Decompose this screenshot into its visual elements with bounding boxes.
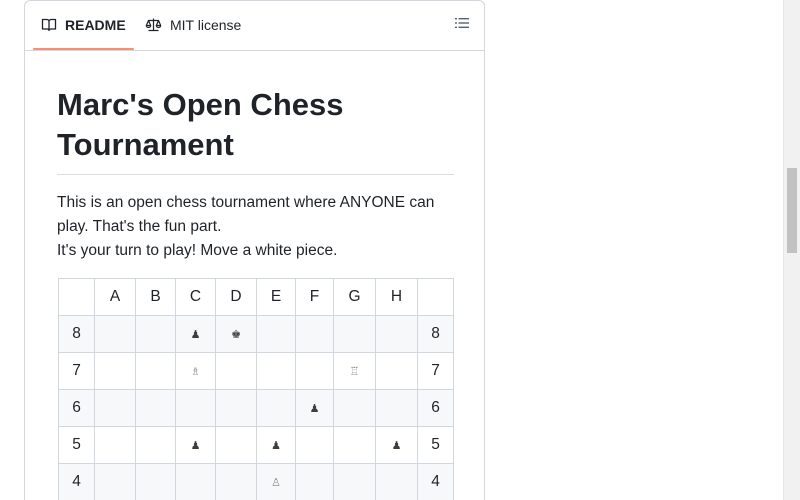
board-square[interactable] [333, 426, 376, 464]
board-square[interactable] [256, 352, 296, 390]
column-header: B [135, 278, 176, 316]
readme-tabbar: README MIT license [25, 1, 484, 51]
board-square[interactable] [94, 315, 136, 353]
board-square[interactable] [333, 389, 376, 427]
rank-label: 4 [417, 463, 454, 500]
board-square[interactable] [333, 315, 376, 353]
board-square[interactable]: ♟ [375, 426, 418, 464]
rank-label: 6 [58, 389, 95, 427]
rank-label: 4 [58, 463, 95, 500]
chess-piece[interactable]: ♟ [191, 439, 201, 452]
board-square[interactable] [94, 463, 136, 500]
scrollbar-thumb[interactable] [787, 168, 797, 253]
board-square[interactable] [175, 389, 216, 427]
chess-piece[interactable]: ♖ [350, 365, 360, 378]
column-header: F [295, 278, 334, 316]
board-square[interactable] [94, 426, 136, 464]
board-rank-row: 4 ♙ 4 [58, 463, 454, 500]
board-square[interactable] [375, 463, 418, 500]
board-square[interactable] [135, 463, 176, 500]
chess-piece[interactable]: ♟ [271, 439, 281, 452]
board-square[interactable] [215, 463, 257, 500]
board-square[interactable]: ♟ [175, 426, 216, 464]
book-icon [41, 17, 57, 33]
column-header: H [375, 278, 418, 316]
law-scale-icon [145, 17, 162, 33]
tab-readme-label: README [65, 17, 126, 33]
rank-label: 7 [58, 352, 95, 390]
board-square[interactable] [256, 315, 296, 353]
chess-piece[interactable]: ♙ [271, 476, 281, 489]
board-square[interactable] [135, 352, 176, 390]
tab-readme[interactable]: README [33, 1, 134, 50]
board-rank-row: 8 ♟ ♚ 8 [58, 315, 454, 353]
tab-mit-license[interactable]: MIT license [137, 1, 249, 49]
column-header [417, 278, 454, 316]
page-scrollbar[interactable] [783, 0, 800, 500]
board-square[interactable]: ♟ [295, 389, 334, 427]
board-square[interactable] [215, 352, 257, 390]
rank-label: 6 [417, 389, 454, 427]
board-square[interactable] [135, 426, 176, 464]
readme-content: Marc's Open Chess Tournament This is an … [57, 85, 454, 263]
chess-piece[interactable]: ♟ [392, 439, 402, 452]
board-square[interactable] [175, 463, 216, 500]
column-header: D [215, 278, 257, 316]
board-square[interactable] [135, 315, 176, 353]
board-square[interactable] [94, 389, 136, 427]
board-square[interactable] [135, 389, 176, 427]
column-header: E [256, 278, 296, 316]
rank-label: 5 [58, 426, 95, 464]
board-square[interactable] [375, 352, 418, 390]
board-square[interactable] [215, 426, 257, 464]
readme-panel: README MIT license Marc's Open Chess Tou… [24, 0, 485, 500]
list-unordered-icon [454, 15, 470, 36]
description-line-2: It's your turn to play! Move a white pie… [57, 242, 338, 259]
chess-board-table: A B C D E F G H 8 ♟ ♚ 8 7 ♗ ♖ 7 6 ♟ 6 5 ♟ ♟ ♟ 5 4 ♙ 4 [58, 278, 454, 500]
outline-button[interactable] [450, 13, 474, 37]
chess-piece[interactable]: ♟ [310, 402, 320, 415]
board-square[interactable]: ♚ [215, 315, 257, 353]
column-header [58, 278, 95, 316]
board-square[interactable] [295, 352, 334, 390]
board-square[interactable] [295, 426, 334, 464]
rank-label: 8 [417, 315, 454, 353]
board-square[interactable] [295, 315, 334, 353]
board-square[interactable]: ♖ [333, 352, 376, 390]
column-header: A [94, 278, 136, 316]
board-rank-row: 5 ♟ ♟ ♟ 5 [58, 426, 454, 464]
tab-mit-license-label: MIT license [170, 17, 242, 33]
column-header: C [175, 278, 216, 316]
readme-description: This is an open chess tournament where A… [57, 191, 454, 263]
column-header: G [333, 278, 376, 316]
chess-piece[interactable]: ♟ [191, 328, 201, 341]
board-rank-row: 6 ♟ 6 [58, 389, 454, 427]
board-square[interactable] [94, 352, 136, 390]
board-square[interactable]: ♟ [256, 426, 296, 464]
board-square[interactable]: ♟ [175, 315, 216, 353]
chess-piece[interactable]: ♗ [191, 365, 201, 378]
board-square[interactable] [375, 315, 418, 353]
chess-piece[interactable]: ♚ [231, 328, 241, 341]
readme-title: Marc's Open Chess Tournament [57, 85, 454, 175]
board-square[interactable]: ♙ [256, 463, 296, 500]
board-rank-row: 7 ♗ ♖ 7 [58, 352, 454, 390]
board-square[interactable] [256, 389, 296, 427]
rank-label: 5 [417, 426, 454, 464]
board-square[interactable]: ♗ [175, 352, 216, 390]
board-header-row: ABCDEFGH [58, 278, 454, 316]
board-square[interactable] [375, 389, 418, 427]
board-square[interactable] [215, 389, 257, 427]
page: README MIT license Marc's Open Chess Tou… [0, 0, 800, 500]
rank-label: 7 [417, 352, 454, 390]
description-line-1: This is an open chess tournament where A… [57, 194, 435, 235]
board-square[interactable] [333, 463, 376, 500]
rank-label: 8 [58, 315, 95, 353]
board-square[interactable] [295, 463, 334, 500]
